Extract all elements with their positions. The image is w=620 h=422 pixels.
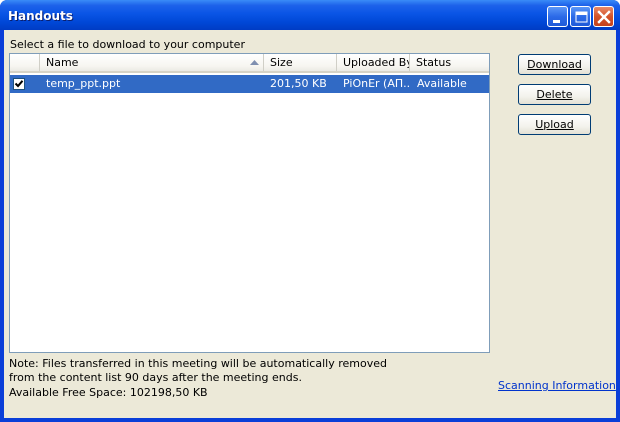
file-size: 201,50 KB [270,77,327,90]
close-icon [597,10,611,24]
maximize-icon [575,11,588,23]
column-header-uploaded-by[interactable]: Uploaded By [337,54,410,71]
retention-note: Note: Files transferred in this meeting … [9,357,387,384]
file-list[interactable]: Name Size Uploaded By Status temp_ppt.pp… [9,53,490,353]
checkmark-icon [14,80,24,88]
column-header-size[interactable]: Size [264,54,337,71]
dialog-body: Select a file to download to your comput… [4,30,616,418]
file-name: temp_ppt.ppt [46,77,121,90]
download-button[interactable]: Download [518,54,591,75]
row-checkbox[interactable] [13,78,25,90]
delete-button-label: Delete [536,88,573,101]
list-header: Name Size Uploaded By Status [10,54,489,73]
window-title: Handouts [8,9,73,23]
column-header-status[interactable]: Status [410,54,489,71]
minimize-icon [553,20,560,23]
column-header-check[interactable] [10,54,40,71]
download-button-label: Download [527,58,582,71]
column-header-name[interactable]: Name [40,54,264,71]
file-uploader: PiOnEr (АП... [343,77,411,90]
instruction-label: Select a file to download to your comput… [10,38,245,51]
minimize-button[interactable] [547,6,568,27]
close-button[interactable] [593,6,614,27]
delete-button[interactable]: Delete [518,84,591,105]
sort-ascending-icon [250,60,259,65]
table-row[interactable]: temp_ppt.ppt 201,50 KB PiOnEr (АП... Ava… [10,75,489,93]
scanning-information-link[interactable]: Scanning Information [498,379,616,392]
free-space-label: Available Free Space: 102198,50 KB [9,386,208,399]
upload-button[interactable]: Upload [518,114,591,135]
handouts-window: Handouts Select a file to download to yo… [0,0,620,422]
upload-button-label: Upload [535,118,574,131]
file-status: Available [417,77,467,90]
title-bar[interactable]: Handouts [0,0,620,30]
maximize-button[interactable] [570,6,591,27]
